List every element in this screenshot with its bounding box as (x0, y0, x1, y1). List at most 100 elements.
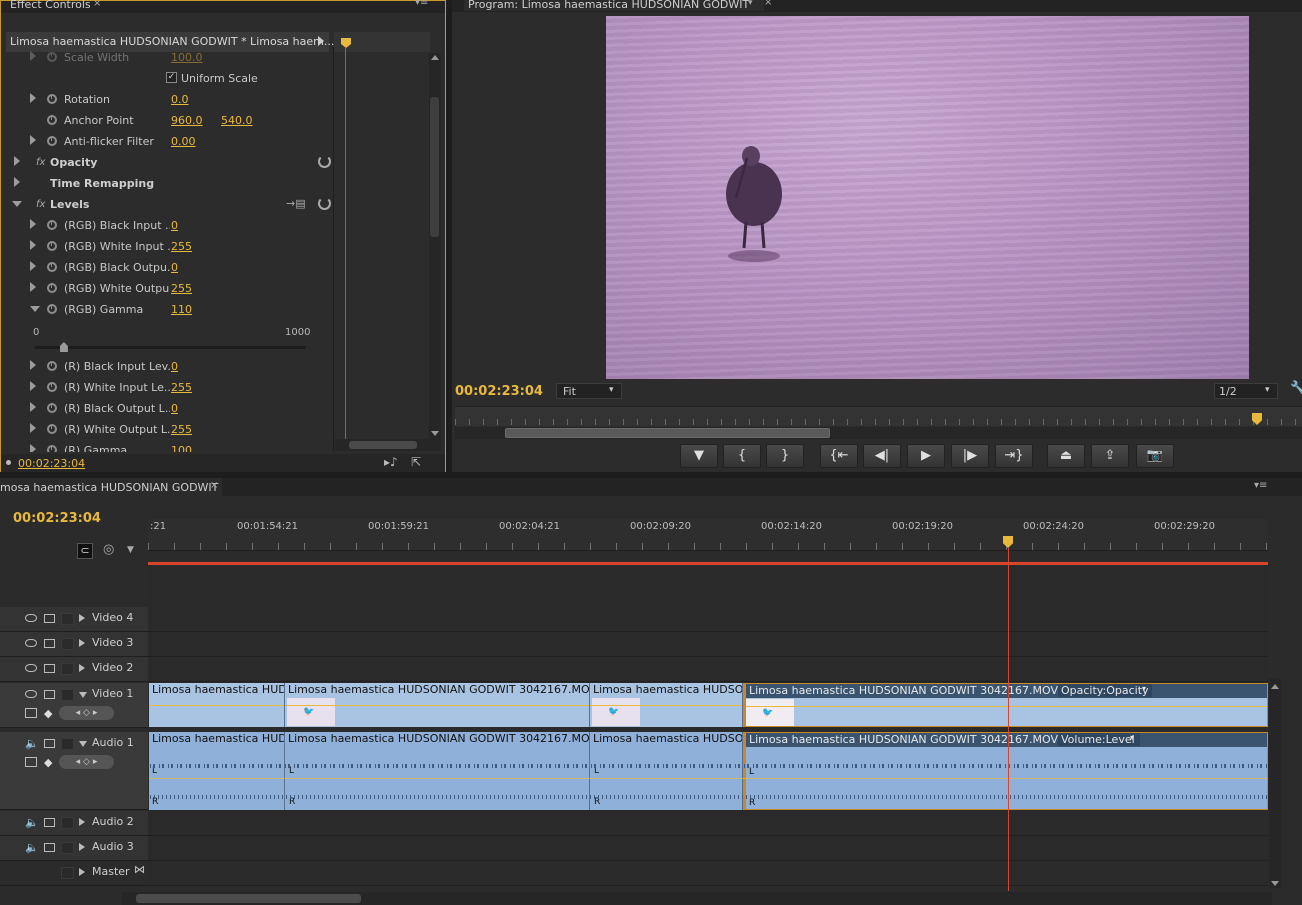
lift-button[interactable]: ⏏ (1047, 444, 1085, 468)
keyframe-icon[interactable]: ◆ (44, 756, 52, 769)
program-zoom-scrollbar[interactable] (455, 427, 1302, 439)
film-icon[interactable] (44, 690, 55, 699)
lock-toggle[interactable] (61, 613, 74, 625)
section-time-remapping[interactable]: Time Remapping (6, 173, 338, 194)
reset-icon[interactable] (318, 155, 331, 168)
eye-icon[interactable] (25, 690, 37, 698)
keyframe-nav[interactable]: ◂ ◇ ▸ (59, 706, 114, 720)
timeline-ruler[interactable]: :21 00:01:54:21 00:01:59:21 00:02:04:21 … (148, 519, 1268, 551)
close-icon[interactable]: × (93, 0, 101, 9)
add-marker-icon[interactable]: ▼ (127, 545, 134, 555)
add-marker-button[interactable]: ▼ (680, 444, 718, 468)
stopwatch-icon[interactable] (47, 445, 57, 452)
ec-vertical-scrollbar[interactable] (429, 53, 441, 439)
levels-settings-icon[interactable]: →▤ (286, 197, 306, 210)
film-icon[interactable] (44, 639, 55, 648)
timeline-timecode[interactable]: 00:02:23:04 (13, 511, 101, 526)
tab-effect-controls[interactable]: Effect Controls (10, 0, 91, 11)
param-value[interactable]: 0 (171, 261, 178, 274)
param-value[interactable]: 100.0 (171, 51, 203, 64)
timeline-horizontal-scrollbar[interactable] (122, 892, 1272, 905)
expand-arrow-icon[interactable] (79, 614, 85, 622)
mark-out-button[interactable]: } (766, 444, 804, 468)
stopwatch-icon[interactable] (47, 115, 57, 125)
stopwatch-icon[interactable] (47, 403, 57, 413)
stopwatch-icon[interactable] (47, 262, 57, 272)
chevron-down-icon[interactable]: ▾ (748, 0, 753, 8)
panel-menu-icon[interactable]: ▾≡ (1254, 480, 1267, 491)
eye-icon[interactable] (25, 664, 37, 672)
stopwatch-icon[interactable] (47, 382, 57, 392)
sync-lock-icon[interactable] (44, 818, 55, 827)
stopwatch-icon[interactable] (47, 424, 57, 434)
video-clip-selected[interactable]: Limosa haemastica HUDSONIAN GODWIT 30421… (743, 683, 1268, 727)
panel-menu-icon[interactable]: ▾≡ (415, 0, 428, 8)
param-value[interactable]: 110 (171, 303, 192, 316)
param-value[interactable]: 255 (171, 423, 192, 436)
param-value-2[interactable]: 540.0 (221, 114, 253, 127)
expand-arrow-icon[interactable] (79, 741, 87, 747)
expand-arrow-icon[interactable] (79, 818, 85, 826)
timeline-vertical-scrollbar[interactable] (1269, 678, 1281, 888)
scroll-up-icon[interactable] (1271, 684, 1279, 689)
waveform-display-icon[interactable] (25, 757, 37, 767)
stopwatch-icon[interactable] (47, 136, 57, 146)
zoom-thumb[interactable] (505, 428, 830, 438)
expand-arrow-icon[interactable] (79, 843, 85, 851)
video-clip[interactable]: Limosa haemastica HUDSONIAN GODWIT 30421… (285, 683, 590, 727)
stopwatch-icon[interactable] (47, 220, 57, 230)
sync-lock-icon[interactable] (44, 843, 55, 852)
opacity-dropdown[interactable]: Opacity:Opacity ▾ (1058, 684, 1152, 697)
checkbox[interactable]: ✓ (166, 72, 177, 83)
lock-toggle[interactable] (61, 867, 74, 879)
reset-icon[interactable] (318, 197, 331, 210)
scroll-thumb[interactable] (349, 441, 417, 449)
param-value[interactable]: 0 (171, 219, 178, 232)
stopwatch-icon[interactable] (47, 94, 57, 104)
speaker-icon[interactable]: 🔈 (25, 841, 39, 854)
keyframe-icon[interactable]: ◆ (44, 707, 52, 720)
scroll-thumb[interactable] (430, 97, 439, 237)
ec-timecode[interactable]: 00:02:23:04 (18, 457, 85, 470)
tab-sequence[interactable]: mosa haemastica HUDSONIAN GODWIT × (0, 478, 222, 496)
volume-dropdown[interactable]: Volume:Level ▾ (1058, 733, 1140, 746)
eye-icon[interactable] (25, 639, 37, 647)
play-button[interactable]: ▶ (907, 444, 945, 468)
param-value[interactable]: 0.0 (171, 93, 189, 106)
lock-toggle[interactable] (61, 817, 74, 829)
program-timecode[interactable]: 00:02:23:04 (455, 384, 543, 399)
stopwatch-icon[interactable] (47, 283, 57, 293)
param-value[interactable]: 960.0 (171, 114, 203, 127)
video-clip[interactable]: Limosa haemastica HUDSONIAN GODWIT 30421… (590, 683, 743, 727)
lock-toggle[interactable] (61, 638, 74, 650)
lock-toggle[interactable] (61, 738, 74, 750)
gamma-slider-thumb[interactable] (59, 342, 68, 352)
close-icon[interactable]: × (210, 480, 218, 491)
param-value[interactable]: 0 (171, 402, 178, 415)
extract-button[interactable]: ⇪ (1091, 444, 1129, 468)
film-icon[interactable] (44, 614, 55, 623)
section-opacity[interactable]: fx Opacity (6, 152, 338, 173)
keyframe-nav[interactable]: ◂ ◇ ▸ (59, 755, 114, 769)
param-value[interactable]: 0 (171, 360, 178, 373)
close-icon[interactable]: × (764, 0, 772, 8)
export-frame-button[interactable]: 📷 (1136, 444, 1174, 468)
stopwatch-icon[interactable] (47, 241, 57, 251)
lock-toggle[interactable] (61, 689, 74, 701)
linked-selection-icon[interactable]: ◎ (103, 542, 114, 557)
play-audio-icon[interactable]: ▸♪ (384, 455, 398, 469)
play-arrow-icon[interactable] (318, 36, 324, 46)
lock-toggle[interactable] (61, 842, 74, 854)
lock-toggle[interactable] (61, 663, 74, 675)
program-video-frame[interactable] (606, 16, 1249, 379)
snap-icon[interactable]: ⊂ (77, 543, 93, 559)
fit-dropdown[interactable]: Fit ▾ (556, 383, 622, 399)
master-bowtie-icon[interactable]: ⋈ (134, 863, 145, 876)
wrench-icon[interactable]: 🔧 (1290, 381, 1302, 396)
stopwatch-icon[interactable] (47, 361, 57, 371)
export-icon[interactable]: ⇱ (411, 455, 421, 469)
speaker-icon[interactable]: 🔈 (25, 816, 39, 829)
ec-horizontal-scrollbar[interactable] (335, 439, 441, 451)
zoom-thumb[interactable] (136, 894, 361, 903)
video-clip[interactable]: Limosa haemastica HUDSONIAN GODWIT 30421… (149, 683, 285, 727)
